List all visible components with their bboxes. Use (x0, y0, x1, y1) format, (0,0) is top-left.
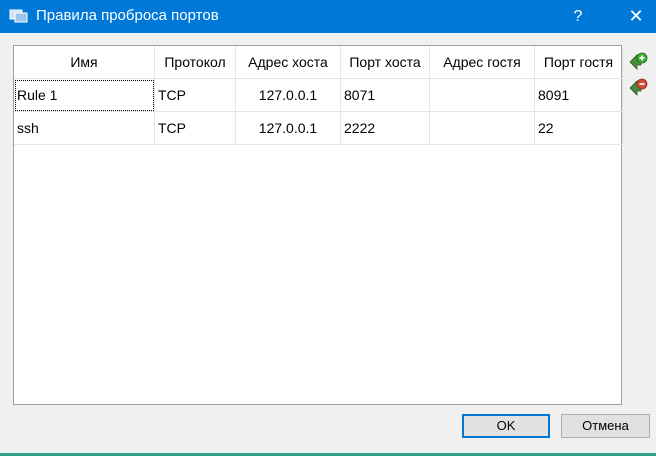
guest-port-cell[interactable]: 8091 (535, 79, 623, 112)
add-rule-icon[interactable] (628, 51, 648, 71)
table-row[interactable]: ssh TCP 127.0.0.1 2222 22 (14, 112, 623, 145)
guest-port-cell[interactable]: 22 (535, 112, 623, 145)
table-row[interactable]: Rule 1 TCP 127.0.0.1 8071 8091 (14, 79, 623, 112)
rule-name-cell[interactable]: Rule 1 (14, 79, 155, 112)
virtualbox-app-icon (9, 8, 29, 24)
column-header-host-port[interactable]: Порт хоста (341, 46, 430, 79)
remove-rule-icon[interactable] (628, 77, 648, 97)
column-header-guest-port[interactable]: Порт гостя (535, 46, 623, 79)
guest-ip-cell[interactable] (430, 112, 535, 145)
table-header: Имя Протокол Адрес хоста Порт хоста Адре… (14, 46, 623, 79)
rule-name-cell[interactable]: ssh (14, 112, 155, 145)
host-port-cell[interactable]: 2222 (341, 112, 430, 145)
column-header-name[interactable]: Имя (14, 46, 155, 79)
host-port-cell[interactable]: 8071 (341, 79, 430, 112)
column-header-host-ip[interactable]: Адрес хоста (236, 46, 341, 79)
ok-button[interactable]: OK (462, 414, 550, 438)
host-ip-cell[interactable]: 127.0.0.1 (236, 112, 341, 145)
cancel-button[interactable]: Отмена (561, 414, 650, 438)
column-header-protocol[interactable]: Протокол (155, 46, 236, 79)
title-bar[interactable]: Правила проброса портов ? ✕ (0, 0, 656, 33)
guest-ip-cell[interactable] (430, 79, 535, 112)
window-title: Правила проброса портов (36, 7, 219, 24)
help-button[interactable]: ? (560, 0, 596, 33)
close-button[interactable]: ✕ (616, 0, 656, 33)
host-ip-cell[interactable]: 127.0.0.1 (236, 79, 341, 112)
protocol-cell[interactable]: TCP (155, 112, 236, 145)
protocol-cell[interactable]: TCP (155, 79, 236, 112)
port-forwarding-table[interactable]: Имя Протокол Адрес хоста Порт хоста Адре… (13, 45, 623, 405)
column-header-guest-ip[interactable]: Адрес гостя (430, 46, 535, 79)
